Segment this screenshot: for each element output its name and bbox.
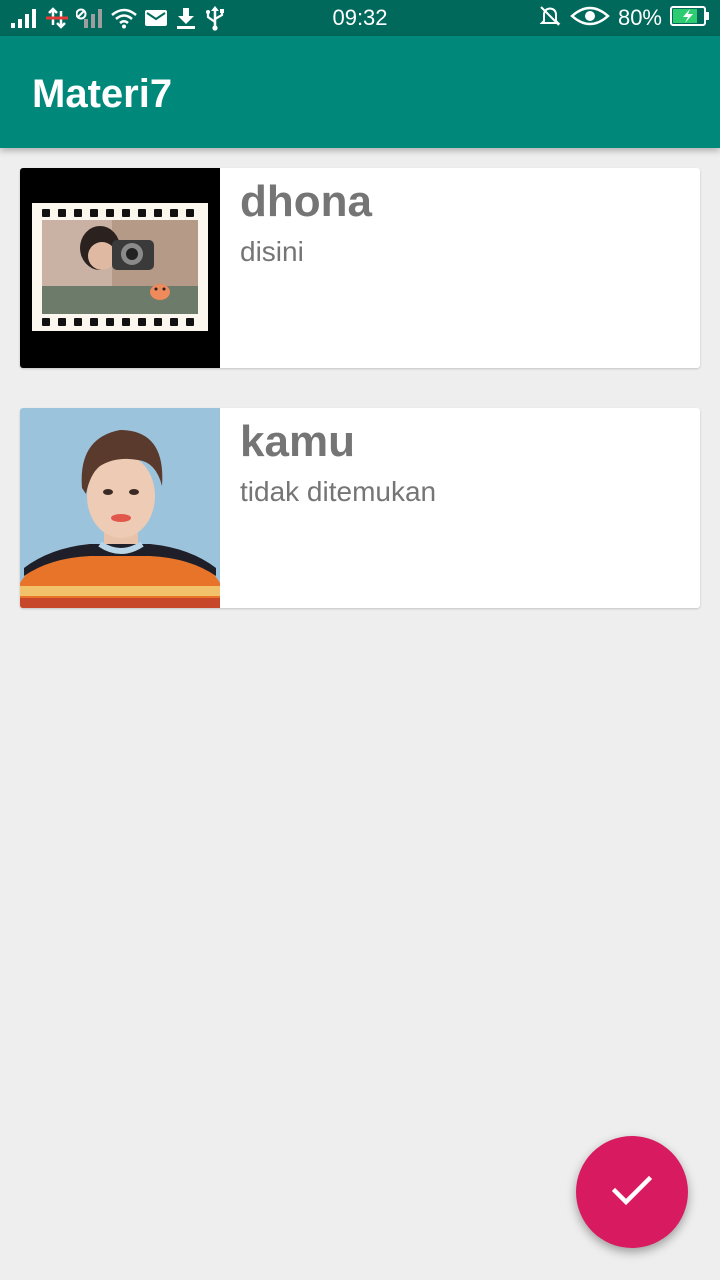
card-subtitle: tidak ditemukan xyxy=(240,476,437,507)
status-bar: 09:32 80% xyxy=(0,0,720,36)
list-item-kamu[interactable]: kamu tidak ditemukan xyxy=(20,408,700,608)
card-thumbnail xyxy=(20,168,220,368)
card-thumbnail xyxy=(20,408,220,608)
app-bar: Materi7 xyxy=(0,36,720,148)
battery-percent: 80% xyxy=(617,5,662,30)
list-item-dhona[interactable]: dhona disini xyxy=(20,168,700,368)
eye-icon xyxy=(570,4,610,33)
confirm-fab-button[interactable] xyxy=(576,1136,688,1248)
check-icon xyxy=(611,1174,653,1211)
status-icons-right: 80% xyxy=(538,5,710,31)
card-subtitle: disini xyxy=(240,236,304,267)
app-title: Materi7 xyxy=(32,72,173,116)
card-list: dhona disini kamu tidak ditemukan xyxy=(20,168,700,648)
card-title: kamu xyxy=(240,417,355,466)
battery-charging-icon xyxy=(670,5,710,32)
bell-off-icon xyxy=(538,4,562,33)
card-title: dhona xyxy=(240,177,372,226)
screen: 09:32 80% Materi7 dhona disini kamu tida… xyxy=(0,0,720,1280)
